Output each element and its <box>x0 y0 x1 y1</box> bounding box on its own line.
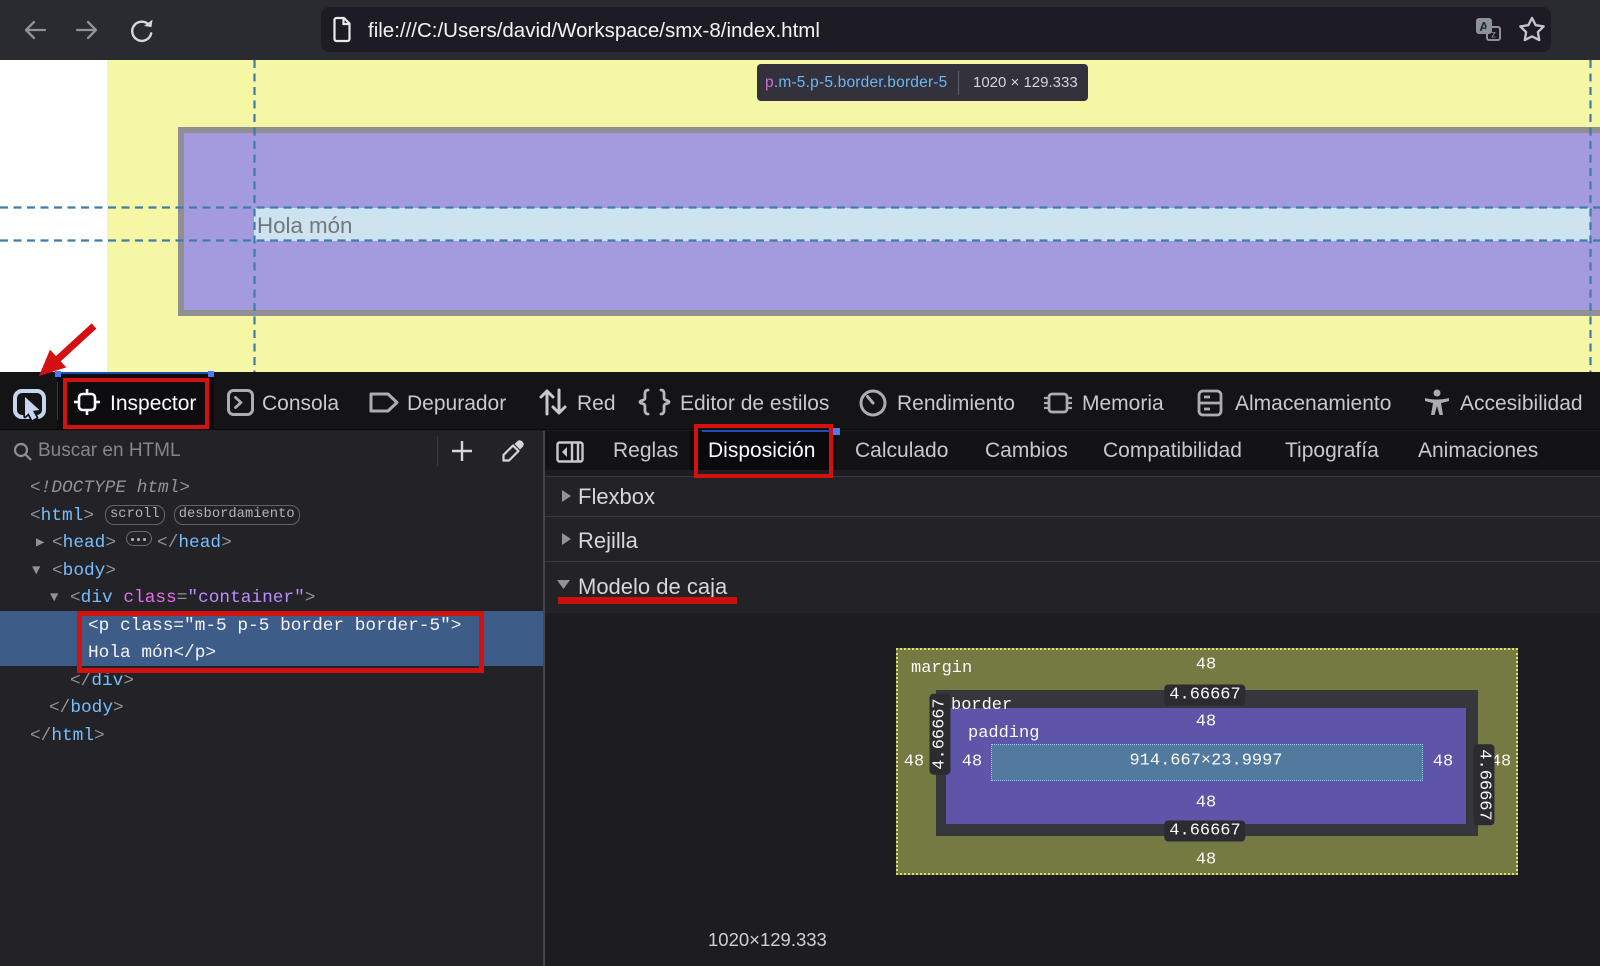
svg-text:z: z <box>1491 30 1496 41</box>
